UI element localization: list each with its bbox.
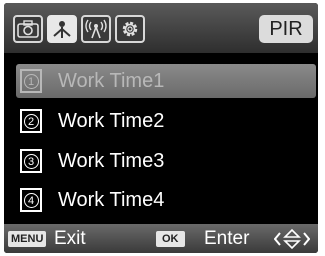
menu-item-label: Work Time3 <box>58 149 165 172</box>
menu-item-work-time-3[interactable]: 3 Work Time3 <box>16 144 316 178</box>
number-3-icon: 3 <box>20 149 42 173</box>
menu-item-work-time-1[interactable]: 1 Work Time1 <box>16 64 316 98</box>
menu-key[interactable]: MENU <box>8 231 47 247</box>
tab-bar: PIR <box>4 3 318 53</box>
number-2-icon: 2 <box>20 109 42 133</box>
exit-label: Exit <box>54 228 86 249</box>
tree-icon <box>53 21 71 38</box>
footer-bar: MENU Exit OK Enter <box>4 224 318 253</box>
number-1-icon: 1 <box>20 69 42 93</box>
menu-item-label: Work Time1 <box>58 69 165 92</box>
menu-item-label: Work Time2 <box>58 109 165 132</box>
ok-key[interactable]: OK <box>156 231 185 247</box>
camera-icon <box>17 20 39 38</box>
navigate-arrows-icon <box>274 228 310 250</box>
camera-screen: PIR 1 Work Time1 2 Work Time2 3 Work Tim… <box>4 3 318 253</box>
menu-item-label: Work Time4 <box>58 188 165 211</box>
signal-tower-icon <box>85 19 107 39</box>
tab-signal[interactable] <box>81 15 111 43</box>
menu-item-work-time-4[interactable]: 4 Work Time4 <box>16 183 316 217</box>
gear-icon <box>122 21 138 37</box>
tab-settings[interactable] <box>115 15 145 43</box>
enter-label: Enter <box>204 228 250 249</box>
tab-tree[interactable] <box>47 15 77 43</box>
number-4-icon: 4 <box>20 188 42 212</box>
menu-item-work-time-2[interactable]: 2 Work Time2 <box>16 104 316 138</box>
tab-camera[interactable] <box>13 15 43 43</box>
pir-tab[interactable]: PIR <box>259 15 313 43</box>
